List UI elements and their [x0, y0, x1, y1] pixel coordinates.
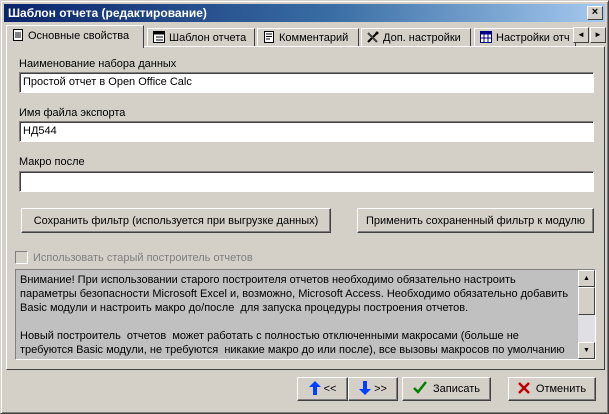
scroll-thumb[interactable]	[578, 287, 595, 315]
tab-scroll-right-button[interactable]: ►	[590, 27, 606, 43]
next-label: >>	[374, 382, 387, 395]
old-builder-option[interactable]: Использовать старый построитель отчетов	[15, 251, 253, 264]
tab-report-settings[interactable]: Настройки отч	[474, 28, 576, 47]
scroll-down-button[interactable]: ▼	[578, 342, 595, 359]
save-label: Записать	[433, 382, 481, 395]
note-icon	[264, 31, 274, 43]
tab-label: Шаблон отчета	[169, 32, 247, 44]
tab-extra-settings[interactable]: Доп. настройки	[361, 28, 471, 47]
next-button[interactable]: >>	[348, 377, 398, 401]
close-button[interactable]: ×	[587, 6, 603, 20]
document-icon	[13, 29, 23, 41]
warning-text: Внимание! При использовании старого пост…	[20, 274, 569, 356]
blue-up-arrow-icon	[308, 380, 321, 395]
apply-filter-button[interactable]: Применить сохраненный фильтр к модулю	[357, 208, 594, 233]
tab-label: Основные свойства	[28, 30, 130, 42]
tab-scroll-left-button[interactable]: ◄	[573, 27, 589, 43]
previous-label: <<	[323, 382, 337, 395]
tab-strip: Основные свойства Шаблон отчета Коммента…	[6, 25, 606, 48]
cancel-button[interactable]: Отменить	[508, 377, 596, 401]
blue-down-arrow-icon	[359, 380, 372, 395]
macro-after-label: Макро после	[19, 156, 85, 168]
tab-main-properties[interactable]: Основные свойства	[6, 25, 144, 48]
table-icon	[480, 31, 492, 43]
tab-label: Доп. настройки	[383, 32, 461, 44]
arrow-right-icon: ►	[594, 30, 602, 39]
dataset-name-label: Наименование набора данных	[19, 58, 177, 70]
warning-memo[interactable]: Внимание! При использовании старого пост…	[15, 269, 596, 360]
dataset-name-field[interactable]: Простой отчет в Open Office Calc	[19, 72, 594, 93]
tools-icon	[367, 31, 379, 43]
old-builder-checkbox[interactable]	[15, 251, 28, 264]
tab-label: Настройки отч	[496, 32, 570, 44]
cancel-label: Отменить	[535, 382, 587, 395]
tab-report-template[interactable]: Шаблон отчета	[147, 28, 255, 47]
report-template-dialog: Шаблон отчета (редактирование) × Основны…	[0, 0, 609, 414]
export-filename-field[interactable]: НД544	[19, 121, 594, 142]
arrow-left-icon: ◄	[577, 30, 585, 39]
close-icon: ×	[591, 6, 599, 18]
window-title: Шаблон отчета (редактирование)	[8, 6, 207, 20]
arrow-down-icon: ▼	[583, 347, 590, 354]
macro-after-field[interactable]	[19, 171, 594, 192]
checkmark-icon	[413, 380, 427, 394]
template-icon	[153, 31, 165, 43]
red-x-icon	[517, 381, 530, 394]
memo-scrollbar[interactable]: ▲ ▼	[578, 270, 595, 359]
title-bar[interactable]: Шаблон отчета (редактирование) ×	[4, 4, 605, 22]
export-filename-label: Имя файла экспорта	[19, 107, 126, 119]
save-button[interactable]: Записать	[402, 377, 491, 401]
save-filter-button[interactable]: Сохранить фильтр (используется при выгру…	[21, 208, 331, 233]
previous-button[interactable]: <<	[297, 377, 348, 401]
old-builder-label: Использовать старый построитель отчетов	[33, 252, 253, 264]
scroll-up-button[interactable]: ▲	[578, 270, 595, 287]
tab-comment[interactable]: Комментарий	[257, 28, 359, 47]
arrow-up-icon: ▲	[583, 275, 590, 282]
tab-label: Комментарий	[279, 32, 349, 44]
